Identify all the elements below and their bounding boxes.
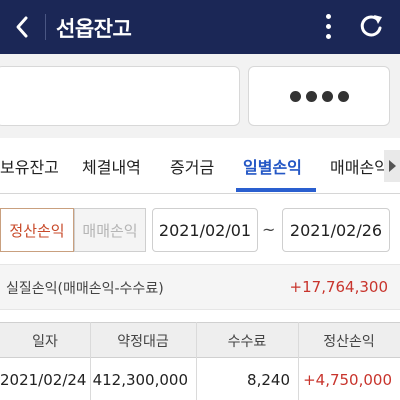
table-header: 일자 약정대금 수수료 정산손익 bbox=[0, 322, 400, 358]
column-header-contract-amount: 약정대금 bbox=[117, 334, 169, 350]
refresh-icon[interactable] bbox=[356, 11, 386, 43]
header-divider bbox=[45, 14, 46, 40]
realized-pnl-label: 실질손익(매매손익-수수료) bbox=[6, 281, 164, 297]
segment-settlement-pnl[interactable]: 정산손익 bbox=[0, 208, 74, 252]
column-divider bbox=[196, 322, 197, 400]
tab-executions[interactable]: 체결내역 bbox=[82, 154, 141, 178]
chevron-right-icon bbox=[389, 160, 396, 172]
tab-margin[interactable]: 증거금 bbox=[170, 154, 214, 178]
cell-settlement-pnl: +4,750,000 bbox=[303, 371, 392, 389]
tab-holdings[interactable]: 보유잔고 bbox=[0, 154, 59, 178]
table-row[interactable]: 2021/02/24 412,300,000 8,240 +4,750,000 bbox=[0, 358, 400, 400]
column-header-date: 일자 bbox=[32, 334, 58, 350]
tab-daily-pnl[interactable]: 일별손익 bbox=[243, 154, 302, 178]
column-header-settlement-pnl: 정산손익 bbox=[323, 334, 375, 350]
chevron-left-icon bbox=[16, 16, 28, 38]
cell-contract-amount: 412,300,000 bbox=[92, 371, 188, 389]
cell-date: 2021/02/24 bbox=[0, 371, 87, 389]
page-title: 선옵잔고 bbox=[56, 17, 132, 41]
account-selector[interactable] bbox=[0, 66, 240, 126]
account-row bbox=[0, 54, 400, 138]
more-vertical-icon[interactable] bbox=[318, 12, 338, 42]
end-date-field[interactable]: 2021/02/26 bbox=[282, 208, 390, 252]
back-button[interactable] bbox=[6, 11, 38, 43]
date-separator: ~ bbox=[262, 220, 276, 239]
column-divider bbox=[90, 322, 91, 400]
realized-pnl-value: +17,764,300 bbox=[289, 278, 388, 296]
column-divider bbox=[298, 322, 299, 400]
tab-bar: 보유잔고 체결내역 증거금 일별손익 매매손익 bbox=[0, 138, 400, 194]
active-tab-indicator bbox=[236, 188, 316, 192]
segment-trading-pnl[interactable]: 매매손익 bbox=[74, 208, 146, 252]
app-header: 선옵잔고 bbox=[0, 0, 400, 54]
tab-trading-pnl[interactable]: 매매손익 bbox=[330, 154, 389, 178]
realized-pnl-row: 실질손익(매매손익-수수료) +17,764,300 bbox=[0, 264, 400, 310]
column-header-fee: 수수료 bbox=[227, 334, 267, 350]
start-date-field[interactable]: 2021/02/01 bbox=[152, 208, 258, 252]
tab-scroll-right-button[interactable] bbox=[384, 150, 400, 182]
cell-fee: 8,240 bbox=[247, 371, 290, 389]
password-field[interactable] bbox=[248, 66, 390, 126]
